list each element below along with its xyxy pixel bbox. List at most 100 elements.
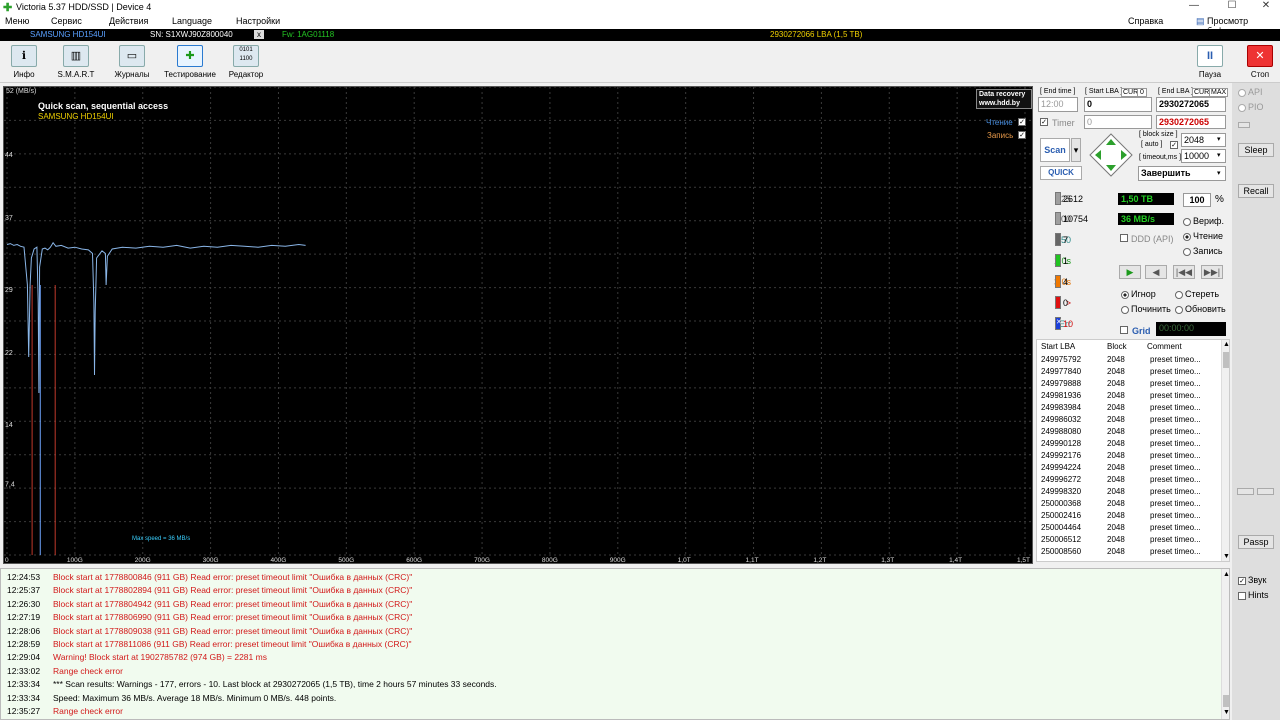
maximize-button[interactable]: ☐ bbox=[1222, 0, 1242, 11]
direction-pad[interactable] bbox=[1089, 133, 1133, 177]
side-button-left[interactable] bbox=[1237, 488, 1254, 495]
table-row[interactable]: 249979888 2048 preset timeo... bbox=[1037, 379, 1222, 391]
stat-row-100: 100 10754 bbox=[1035, 211, 1115, 229]
api-radio[interactable]: API bbox=[1238, 87, 1263, 97]
mode-verify-radio[interactable]: Вериф. bbox=[1183, 216, 1224, 226]
timer-checkbox[interactable] bbox=[1040, 118, 1048, 126]
end-lba-display: 2930272065 bbox=[1156, 115, 1226, 129]
timeout-label: [ timeout,ms ] bbox=[1139, 154, 1182, 161]
logs-button[interactable]: ▭ Журналы bbox=[108, 45, 156, 81]
scan-dropdown-icon[interactable]: ▾ bbox=[1071, 138, 1081, 162]
menu-item-actions[interactable]: Действия bbox=[109, 16, 148, 26]
action-erase-label: Стереть bbox=[1185, 289, 1220, 299]
skip-end-icon[interactable]: ▶▶| bbox=[1201, 265, 1223, 279]
table-row[interactable]: 250008560 2048 preset timeo... bbox=[1037, 547, 1222, 559]
table-row[interactable]: 250004464 2048 preset timeo... bbox=[1037, 523, 1222, 535]
pio-radio[interactable]: PIO bbox=[1238, 102, 1264, 112]
table-row[interactable]: 249994224 2048 preset timeo... bbox=[1037, 463, 1222, 475]
action-erase-radio[interactable]: Стереть bbox=[1175, 289, 1219, 299]
rewind-icon[interactable]: ◀ bbox=[1145, 265, 1167, 279]
sound-toggle[interactable]: Звук bbox=[1238, 575, 1266, 585]
skip-back-icon[interactable]: |◀◀ bbox=[1173, 265, 1195, 279]
scroll-thumb[interactable] bbox=[1223, 352, 1229, 368]
action-ignore-radio[interactable]: Игнор bbox=[1121, 289, 1156, 299]
table-row[interactable]: 249977840 2048 preset timeo... bbox=[1037, 367, 1222, 379]
recall-button[interactable]: Recall bbox=[1238, 184, 1274, 198]
col-block[interactable]: Block bbox=[1107, 340, 1127, 354]
menu-item-settings[interactable]: Настройки bbox=[236, 16, 280, 26]
quick-button[interactable]: QUICK bbox=[1040, 166, 1082, 180]
scan-button[interactable]: Scan bbox=[1040, 138, 1070, 162]
log-entry: 12:29:04 Warning! Block start at 19027857… bbox=[1, 652, 1221, 665]
table-row[interactable]: 249990128 2048 preset timeo... bbox=[1037, 439, 1222, 451]
table-row[interactable]: 250002416 2048 preset timeo... bbox=[1037, 511, 1222, 523]
menu-item-main[interactable]: Меню bbox=[5, 16, 29, 26]
menu-item-help[interactable]: Справка bbox=[1128, 16, 1163, 26]
start-lba-input[interactable]: 0 bbox=[1084, 97, 1152, 112]
table-row[interactable]: 250006512 2048 preset timeo... bbox=[1037, 535, 1222, 547]
log-scroll-thumb[interactable] bbox=[1223, 695, 1229, 707]
end-lba-input[interactable]: 2930272065 bbox=[1156, 97, 1226, 112]
log-scrollbar[interactable]: ▲ ▼ bbox=[1221, 569, 1229, 719]
grid-checkbox[interactable] bbox=[1120, 326, 1128, 334]
write-series-checkbox[interactable] bbox=[1018, 131, 1026, 139]
max-speed-label: Max speed = 36 MB/s bbox=[132, 536, 191, 542]
play-icon[interactable]: ▶ bbox=[1119, 265, 1141, 279]
col-start-lba[interactable]: Start LBA bbox=[1041, 340, 1075, 354]
action-fix-radio[interactable]: Починить bbox=[1121, 304, 1171, 314]
log-entry: 12:35:27 Range check error bbox=[1, 706, 1221, 719]
minimize-button[interactable]: — bbox=[1184, 0, 1204, 11]
device-model: SAMSUNG HD154UI bbox=[30, 30, 106, 39]
side-small-button[interactable] bbox=[1238, 122, 1250, 128]
side-button-right[interactable] bbox=[1257, 488, 1274, 495]
sleep-button[interactable]: Sleep bbox=[1238, 143, 1274, 157]
table-row[interactable]: 249981936 2048 preset timeo... bbox=[1037, 391, 1222, 403]
pause-button[interactable]: II Пауза bbox=[1186, 45, 1234, 81]
testing-button[interactable]: ✚ Тестирование bbox=[163, 45, 217, 81]
log-scroll-down-icon[interactable]: ▼ bbox=[1223, 709, 1229, 716]
scan-graph: 44 37 29 22 14 7,4 0 100G 200G 300G 400G 500G 600G 70… bbox=[3, 86, 1033, 564]
menu-item-language[interactable]: Language bbox=[172, 16, 212, 26]
log-scroll-up-icon[interactable]: ▲ bbox=[1223, 571, 1229, 578]
close-button[interactable]: ✕ bbox=[1256, 0, 1276, 11]
auto-checkbox[interactable] bbox=[1170, 141, 1178, 149]
col-comment[interactable]: Comment bbox=[1147, 340, 1182, 354]
ddd-api-checkbox[interactable] bbox=[1120, 234, 1128, 242]
table-row[interactable]: 249983984 2048 preset timeo... bbox=[1037, 403, 1222, 415]
hints-label: Hints bbox=[1248, 590, 1269, 600]
table-row[interactable]: 249986032 2048 preset timeo... bbox=[1037, 415, 1222, 427]
action-update-radio[interactable]: Обновить bbox=[1175, 304, 1226, 314]
hints-toggle[interactable]: Hints bbox=[1238, 590, 1269, 600]
info-button[interactable]: ℹ Инфо bbox=[0, 45, 48, 81]
table-row[interactable]: 250000368 2048 preset timeo... bbox=[1037, 499, 1222, 511]
finish-action-select[interactable]: Завершить bbox=[1138, 166, 1226, 181]
timeout-chevron-icon: ▾ bbox=[1217, 152, 1221, 159]
table-row[interactable]: 249988080 2048 preset timeo... bbox=[1037, 427, 1222, 439]
timer-input[interactable]: 0 bbox=[1084, 115, 1152, 129]
end-lba-max-button[interactable]: MAX bbox=[1209, 88, 1229, 97]
hex-editor-icon: 0101 1100 bbox=[233, 45, 259, 67]
mode-write-radio[interactable]: Запись bbox=[1183, 246, 1223, 256]
read-series-checkbox[interactable] bbox=[1018, 118, 1026, 126]
menu-item-service[interactable]: Сервис bbox=[51, 16, 82, 26]
row-start-lba: 249986032 bbox=[1041, 415, 1082, 424]
scroll-down-icon[interactable]: ▼ bbox=[1223, 553, 1229, 560]
scroll-up-icon[interactable]: ▲ bbox=[1223, 341, 1229, 348]
log-message: Range check error bbox=[53, 706, 123, 716]
table-row[interactable]: 249975792 2048 preset timeo... bbox=[1037, 355, 1222, 367]
end-time-input[interactable]: 12:00 bbox=[1038, 97, 1078, 112]
mode-read-radio[interactable]: Чтение bbox=[1183, 231, 1223, 241]
table-row[interactable]: 249996272 2048 preset timeo... bbox=[1037, 475, 1222, 487]
log-entry: 12:25:37 Block start at 1778802894 (911 G… bbox=[1, 585, 1221, 598]
table-row[interactable]: 249992176 2048 preset timeo... bbox=[1037, 451, 1222, 463]
smart-button[interactable]: ▥ S.M.A.R.T bbox=[52, 45, 100, 81]
editor-button[interactable]: 0101 1100 Редактор bbox=[222, 45, 270, 81]
direction-pad-icon bbox=[1089, 133, 1133, 177]
clear-serial-button[interactable]: x bbox=[254, 30, 264, 39]
start-lba-zero-button[interactable]: 0 bbox=[1137, 88, 1147, 97]
table-scrollbar[interactable]: ▲ ▼ bbox=[1221, 340, 1229, 561]
passp-button[interactable]: Passp bbox=[1238, 535, 1274, 549]
stop-button[interactable]: ✕ Стоп bbox=[1236, 45, 1280, 81]
table-row[interactable]: 249998320 2048 preset timeo... bbox=[1037, 487, 1222, 499]
log-time: 12:33:34 bbox=[7, 692, 41, 703]
